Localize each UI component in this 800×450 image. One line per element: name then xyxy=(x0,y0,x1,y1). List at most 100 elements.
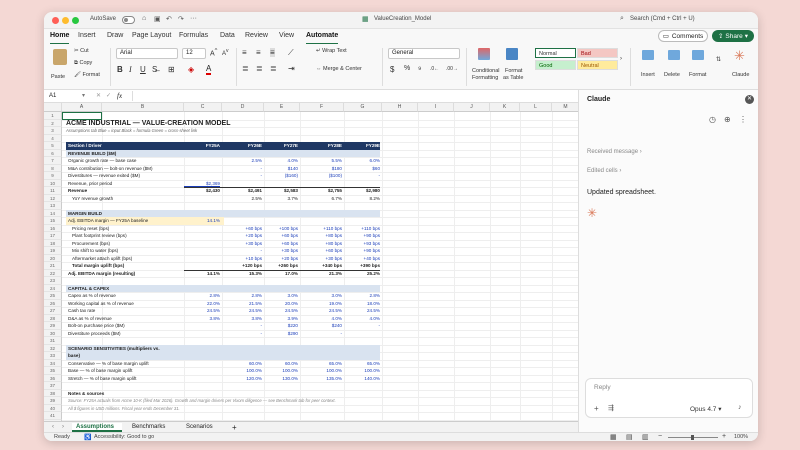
row-header-17[interactable]: 17 xyxy=(44,232,62,240)
value-cell[interactable]: 22.0% xyxy=(184,300,220,308)
row-label[interactable]: D&A as % of revenue xyxy=(68,315,180,323)
row-label[interactable]: Mix shift to water (bps) xyxy=(72,247,184,255)
column-header-j[interactable]: J xyxy=(454,103,490,112)
row-header-39[interactable]: 39 xyxy=(44,397,62,405)
styles-more-icon[interactable]: › xyxy=(620,56,622,62)
row-header-40[interactable]: 40 xyxy=(44,404,62,412)
column-header-a[interactable]: A xyxy=(62,103,102,112)
header-cell[interactable]: FY29E xyxy=(344,142,380,150)
value-cell[interactable]: 100.0% xyxy=(264,367,298,375)
row-header-7[interactable]: 7 xyxy=(44,157,62,165)
value-cell[interactable]: $2,491 xyxy=(222,187,262,195)
row-header-8[interactable]: 8 xyxy=(44,164,62,172)
reply-box[interactable]: Reply + ⇶ Opus 4.7 ▾ ♪ xyxy=(585,378,753,418)
value-cell[interactable]: $140 xyxy=(264,165,298,173)
borders-icon[interactable]: ⊞ xyxy=(168,65,175,74)
value-cell[interactable]: 100.0% xyxy=(222,367,262,375)
row-label[interactable]: Revenue, prior period xyxy=(68,180,180,188)
value-cell[interactable]: 6.7% xyxy=(300,195,342,203)
value-cell[interactable]: - xyxy=(222,322,262,330)
value-cell[interactable]: 135.0% xyxy=(300,375,342,383)
row-label[interactable]: Aftermarket attach uplift (bps) xyxy=(72,255,184,263)
row-header-12[interactable]: 12 xyxy=(44,194,62,202)
format-cells-label[interactable]: Format xyxy=(689,72,706,78)
value-cell[interactable]: +120 bps xyxy=(222,262,262,270)
style-bad[interactable]: Bad xyxy=(577,48,618,58)
sheet-tab-scenarios[interactable]: Scenarios xyxy=(182,423,217,432)
tab-prev-icon[interactable]: ‹ xyxy=(48,423,58,432)
value-cell[interactable]: +30 bps xyxy=(300,255,342,263)
cancel-icon[interactable]: ✕ xyxy=(96,92,101,99)
conditional-formatting-label[interactable]: Conditional xyxy=(472,68,500,74)
header-cell[interactable]: FY25A xyxy=(184,142,220,150)
value-cell[interactable]: 65.0% xyxy=(344,360,380,368)
value-cell[interactable]: 24.5% xyxy=(184,307,220,315)
value-cell[interactable]: 4.0% xyxy=(264,157,298,165)
value-cell[interactable]: +93 bps xyxy=(344,240,380,248)
decrease-decimal-icon[interactable]: .00→ xyxy=(446,66,458,72)
tab-page-layout[interactable]: Page Layout xyxy=(132,32,171,39)
fill-color-icon[interactable]: ◈ xyxy=(188,65,194,74)
section-header[interactable]: REVENUE BUILD ($M) xyxy=(68,149,268,157)
accessibility-status[interactable]: Accessibility: Good to go xyxy=(94,434,154,440)
value-cell[interactable]: +390 bps xyxy=(344,262,380,270)
column-header-i[interactable]: I xyxy=(418,103,454,112)
normal-view-icon[interactable]: ▦ xyxy=(610,433,617,441)
row-label[interactable]: Total margin uplift (bps) xyxy=(72,262,184,270)
merge-center-button[interactable]: ⇔ Merge & Center xyxy=(316,66,362,72)
note-line[interactable]: All $ figures in USD millions. Fiscal ye… xyxy=(68,405,388,413)
row-label[interactable]: Working capital as % of revenue xyxy=(68,300,180,308)
percent-icon[interactable]: % xyxy=(404,65,410,72)
value-cell[interactable]: 21.3% xyxy=(300,270,342,278)
row-header-36[interactable]: 36 xyxy=(44,374,62,382)
number-format-select[interactable]: General xyxy=(388,48,460,59)
tab-home[interactable]: Home xyxy=(50,32,70,44)
row-label[interactable]: Pricing reset (bps) xyxy=(72,225,184,233)
value-cell[interactable]: 3.8% xyxy=(184,315,220,323)
value-cell[interactable]: 60.0% xyxy=(222,360,262,368)
fx-icon[interactable]: fx xyxy=(117,92,122,100)
row-header-10[interactable]: 10 xyxy=(44,179,62,187)
header-cell[interactable]: FY27E xyxy=(264,142,298,150)
font-name-select[interactable]: Arial xyxy=(116,48,178,59)
search-field[interactable]: Search (Cmd + Ctrl + U) xyxy=(630,16,695,22)
align-right-icon[interactable]: ≣ xyxy=(270,64,277,73)
column-header-g[interactable]: G xyxy=(344,103,382,112)
spreadsheet-grid[interactable]: ABCDEFGHIJKLM 1 2 3 4 5 6 7 8 9 10 11 12 13 14 15 16 17 1… xyxy=(44,103,578,421)
header-cell[interactable]: FY26E xyxy=(222,142,262,150)
row-header-34[interactable]: 34 xyxy=(44,359,62,367)
confirm-icon[interactable]: ✓ xyxy=(106,92,111,99)
row-header-4[interactable]: 4 xyxy=(44,134,62,142)
row-header-33[interactable]: 33 xyxy=(44,352,62,360)
value-cell[interactable]: +260 bps xyxy=(264,262,298,270)
value-cell[interactable]: 130.0% xyxy=(264,375,298,383)
column-header-c[interactable]: C xyxy=(184,103,222,112)
paste-label[interactable]: Paste xyxy=(51,74,65,80)
row-label[interactable]: YoY revenue growth xyxy=(72,195,184,203)
value-cell[interactable]: +80 bps xyxy=(300,240,342,248)
value-cell[interactable]: 20.0% xyxy=(264,300,298,308)
row-label[interactable]: Revenue xyxy=(68,187,180,195)
value-cell[interactable]: 14.1% xyxy=(184,217,220,225)
add-icon[interactable]: + xyxy=(594,404,599,413)
row-header-21[interactable]: 21 xyxy=(44,262,62,270)
sort-filter-icon[interactable]: ⇅ xyxy=(716,56,721,63)
format-as-table-label[interactable]: Format xyxy=(505,68,522,74)
value-cell[interactable]: +110 bps xyxy=(344,225,380,233)
value-cell[interactable]: 2.5% xyxy=(222,157,262,165)
row-header-20[interactable]: 20 xyxy=(44,254,62,262)
select-all-corner[interactable] xyxy=(44,103,62,112)
paste-icon[interactable] xyxy=(53,49,67,65)
value-cell[interactable]: 14.1% xyxy=(184,270,220,278)
value-cell[interactable]: 65.0% xyxy=(300,360,342,368)
value-cell[interactable]: $240 xyxy=(300,322,342,330)
insert-cells-icon[interactable] xyxy=(642,50,654,60)
section-header[interactable]: MARGIN BUILD xyxy=(68,209,268,217)
value-cell[interactable]: 19.0% xyxy=(300,300,342,308)
value-cell[interactable]: +110 bps xyxy=(300,225,342,233)
row-header-9[interactable]: 9 xyxy=(44,172,62,180)
reply-input[interactable]: Reply xyxy=(594,384,611,391)
column-header-f[interactable]: F xyxy=(300,103,344,112)
note-line[interactable]: Source: FY25A actuals from Acme 10-K (fi… xyxy=(68,397,388,405)
align-top-icon[interactable]: ≡ xyxy=(242,48,247,57)
